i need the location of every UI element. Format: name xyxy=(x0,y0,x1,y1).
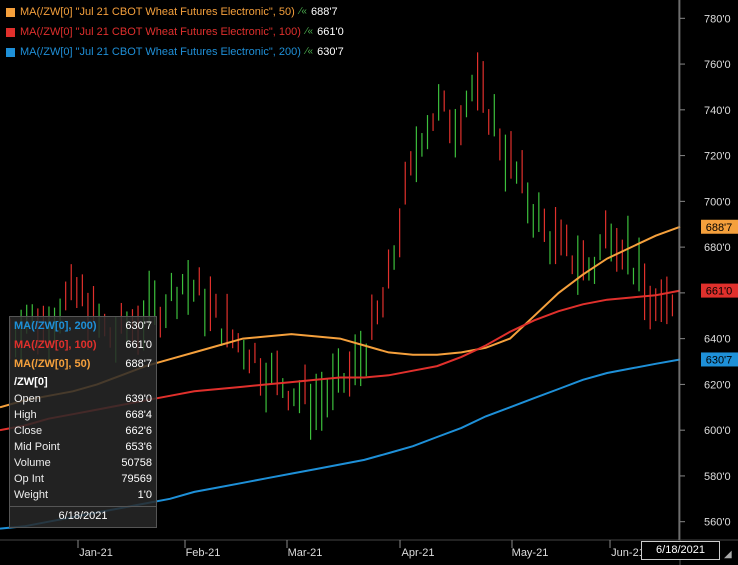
tooltip-row: Weight 1'0 xyxy=(10,487,156,503)
legend-row-ma200[interactable]: MA(/ZW[0] "Jul 21 CBOT Wheat Futures Ele… xyxy=(6,42,344,62)
y-tick-label: 760'0 xyxy=(704,59,731,71)
y-tick-label: 720'0 xyxy=(704,151,731,163)
tooltip-close-label: Close xyxy=(14,425,43,437)
ma200-legend-label: MA(/ZW[0] "Jul 21 CBOT Wheat Futures Ele… xyxy=(20,46,301,58)
study-settings-icon[interactable]: ∕« xyxy=(306,22,313,42)
tooltip-ma100: MA(/ZW[0], 100) 661'0 xyxy=(10,336,156,355)
y-tick-label: 680'0 xyxy=(704,242,731,254)
ma100-legend-value: 661'0 xyxy=(317,26,344,38)
x-tick-label: May-21 xyxy=(512,547,549,559)
tooltip-ma200-value: 630'7 xyxy=(125,320,152,332)
y-tick-label: 600'0 xyxy=(704,425,731,437)
tooltip-open-value: 639'0 xyxy=(125,393,152,405)
x-tick-label: Apr-21 xyxy=(401,547,434,559)
tooltip-volume-label: Volume xyxy=(14,457,51,469)
ma50-legend-value: 688'7 xyxy=(310,6,338,18)
data-tooltip: MA(/ZW[0], 200) 630'7 MA(/ZW[0], 100) 66… xyxy=(9,316,157,528)
x-tick-label: Jan-21 xyxy=(79,547,113,559)
tooltip-high-value: 668'4 xyxy=(125,409,152,421)
tooltip-row: Open 639'0 xyxy=(10,391,156,407)
expand-corner-icon[interactable]: ◢ xyxy=(724,549,732,560)
y-tick-label: 620'0 xyxy=(704,379,731,391)
y-tick-label: 580'0 xyxy=(704,471,731,483)
tooltip-row: Mid Point 653'6 xyxy=(10,439,156,455)
ma50-legend-label: MA(/ZW[0] "Jul 21 CBOT Wheat Futures Ele… xyxy=(20,6,295,18)
tooltip-date: 6/18/2021 xyxy=(10,506,156,525)
last-value-tag-label: 688'7 xyxy=(706,222,733,234)
tooltip-symbol: /ZW[0] xyxy=(14,376,48,388)
x-tick-label: Jun-21 xyxy=(611,547,645,559)
tooltip-close-value: 662'6 xyxy=(125,425,152,437)
legend-row-ma50[interactable]: MA(/ZW[0] "Jul 21 CBOT Wheat Futures Ele… xyxy=(6,2,344,22)
tooltip-ma100-label: MA(/ZW[0], 100) xyxy=(14,339,97,351)
y-tick-label: 560'0 xyxy=(704,517,731,529)
tooltip-row: High 668'4 xyxy=(10,407,156,423)
ma200-legend-value: 630'7 xyxy=(317,46,344,58)
tooltip-midpoint-value: 653'6 xyxy=(125,441,152,453)
y-tick-label: 780'0 xyxy=(704,13,731,25)
last-value-tag-label: 661'0 xyxy=(706,286,733,298)
tooltip-ma50-label: MA(/ZW[0], 50) xyxy=(14,358,91,370)
tooltip-row: Volume 50758 xyxy=(10,455,156,471)
tooltip-ma50-value: 688'7 xyxy=(125,358,152,370)
last-value-tag-label: 630'7 xyxy=(706,354,733,366)
study-settings-icon[interactable]: ∕« xyxy=(306,42,313,62)
tooltip-open-label: Open xyxy=(14,393,41,405)
tooltip-row: Close 662'6 xyxy=(10,423,156,439)
tooltip-midpoint-label: Mid Point xyxy=(14,441,60,453)
tooltip-high-label: High xyxy=(14,409,37,421)
ma100-legend-label: MA(/ZW[0] "Jul 21 CBOT Wheat Futures Ele… xyxy=(20,26,301,38)
tooltip-ma100-value: 661'0 xyxy=(125,339,152,351)
ma200-swatch xyxy=(6,47,15,57)
tooltip-row: Op Int 79569 xyxy=(10,471,156,487)
tooltip-ma200: MA(/ZW[0], 200) 630'7 xyxy=(10,317,156,336)
cursor-date-badge: 6/18/2021 xyxy=(641,541,720,560)
study-legend: MA(/ZW[0] "Jul 21 CBOT Wheat Futures Ele… xyxy=(6,2,344,62)
tooltip-weight-label: Weight xyxy=(14,489,49,501)
legend-row-ma100[interactable]: MA(/ZW[0] "Jul 21 CBOT Wheat Futures Ele… xyxy=(6,22,344,42)
x-tick-label: Mar-21 xyxy=(288,547,323,559)
y-tick-label: 640'0 xyxy=(704,334,731,346)
x-tick-label: Feb-21 xyxy=(186,547,221,559)
ma100-swatch xyxy=(6,27,15,37)
study-settings-icon[interactable]: ∕« xyxy=(300,2,307,22)
tooltip-weight-value: 1'0 xyxy=(137,489,152,501)
y-tick-label: 740'0 xyxy=(704,105,731,117)
tooltip-openint-label: Op Int xyxy=(14,473,44,485)
ma50-swatch xyxy=(6,7,15,17)
tooltip-volume-value: 50758 xyxy=(121,457,152,469)
y-tick-label: 700'0 xyxy=(704,196,731,208)
tooltip-ma50: MA(/ZW[0], 50) 688'7 xyxy=(10,355,156,374)
tooltip-ma200-label: MA(/ZW[0], 200) xyxy=(14,320,97,332)
tooltip-openint-value: 79569 xyxy=(121,473,152,485)
